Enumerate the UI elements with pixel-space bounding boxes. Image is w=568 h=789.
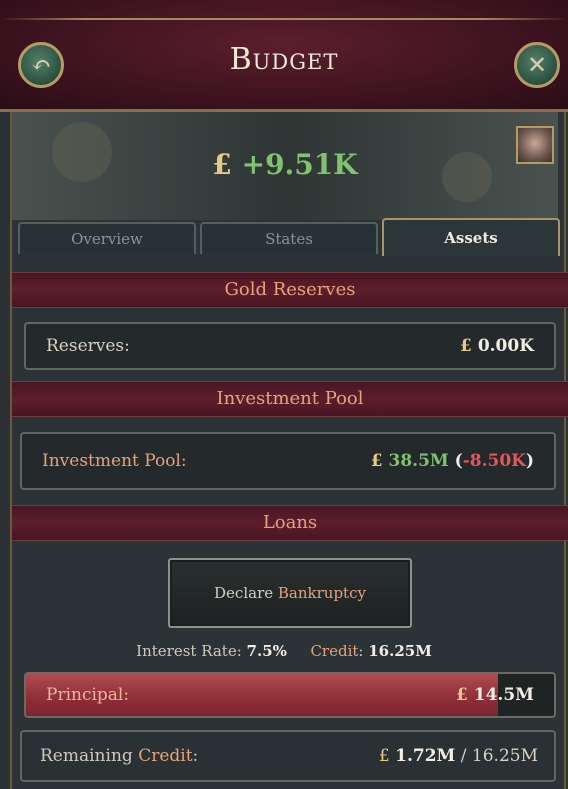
close-button[interactable]: ✕ — [514, 42, 560, 88]
panel-header: ↶ Budget ✕ — [0, 0, 568, 112]
remaining-colon: : — [192, 746, 199, 766]
investment-pool-row: Investment Pool: £ 38.5M (-8.50K) — [20, 432, 556, 490]
remaining-credit-label: Remaining Credit: — [40, 732, 198, 780]
principal-bar: Principal: £ 14.5M — [24, 672, 556, 718]
currency-icon: £ — [378, 746, 390, 766]
investment-pool-value: £ 38.5M (-8.50K) — [371, 434, 534, 488]
principal-amount: 14.5M — [473, 685, 534, 705]
investment-pool-change: -8.50K — [462, 451, 526, 471]
remaining-prefix: Remaining — [40, 746, 133, 766]
open-paren: ( — [454, 451, 463, 471]
remaining-credit-row: Remaining Credit: £ 1.72M / 16.25M — [20, 730, 556, 782]
remaining-separator: / — [455, 746, 472, 766]
reserves-value: £ 0.00K — [460, 324, 534, 368]
tab-states[interactable]: States — [200, 222, 378, 254]
balance-display: £ +9.51K — [12, 148, 558, 181]
interest-rate-value: 7.5% — [246, 642, 287, 660]
investment-pool-label: Investment Pool: — [42, 451, 187, 471]
investment-pool-amount: 38.5M — [388, 451, 449, 471]
principal-value: £ 14.5M — [456, 674, 534, 716]
bankruptcy-prefix: Declare — [214, 584, 274, 602]
portrait-icon[interactable] — [516, 126, 554, 164]
interest-rate-label: Interest Rate: — [136, 642, 242, 660]
currency-icon: £ — [212, 148, 232, 181]
close-paren: ) — [525, 451, 534, 471]
currency-icon: £ — [460, 336, 472, 356]
remaining-amount: 1.72M — [395, 746, 456, 766]
reserves-label: Reserves: — [46, 336, 130, 356]
remaining-credit-value: £ 1.72M / 16.25M — [379, 732, 538, 780]
close-icon: ✕ — [526, 51, 548, 79]
tab-bar: Overview States Assets — [18, 218, 562, 256]
balance-banner: £ +9.51K — [12, 112, 558, 220]
gold-reserves-heading: Gold Reserves — [12, 272, 568, 308]
remaining-highlight: Credit — [138, 746, 193, 766]
reserves-row: Reserves: £ 0.00K — [24, 322, 556, 370]
loan-rates: Interest Rate: 7.5% Credit: 16.25M — [0, 642, 568, 660]
page-title: Budget — [229, 42, 339, 77]
bankruptcy-highlight: Bankruptcy — [277, 584, 366, 602]
reserves-amount: 0.00K — [477, 336, 534, 356]
declare-bankruptcy-button[interactable]: Declare Bankruptcy — [168, 558, 412, 628]
credit-value: 16.25M — [368, 642, 432, 660]
credit-label: Credit — [310, 642, 359, 660]
remaining-total: 16.25M — [471, 746, 538, 766]
credit-colon: : — [358, 642, 364, 660]
currency-icon: £ — [370, 451, 383, 471]
investment-pool-heading: Investment Pool — [12, 381, 568, 417]
tab-overview[interactable]: Overview — [18, 222, 196, 254]
balance-amount: +9.51K — [241, 148, 358, 181]
currency-icon: £ — [456, 685, 468, 705]
tab-assets[interactable]: Assets — [382, 218, 560, 256]
principal-label: Principal: — [46, 685, 130, 705]
loans-heading: Loans — [12, 505, 568, 541]
